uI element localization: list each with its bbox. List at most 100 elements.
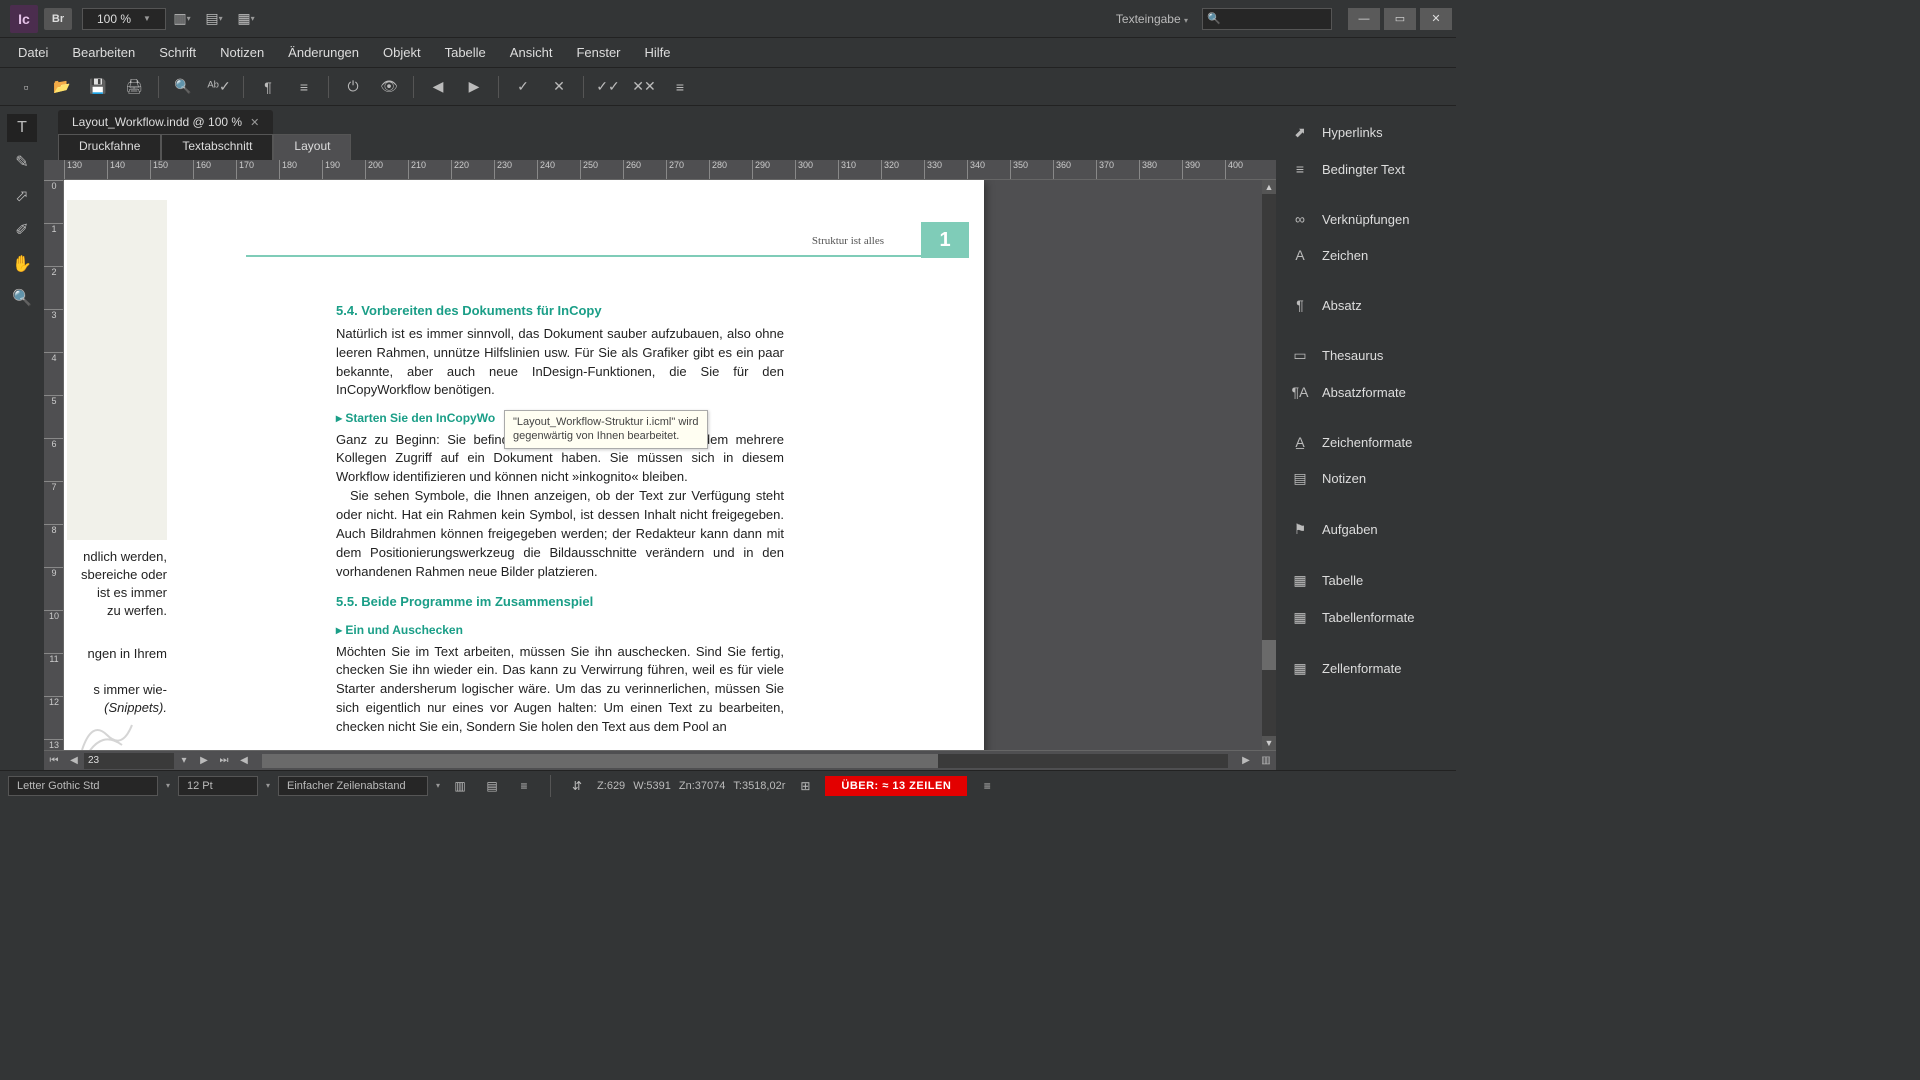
scroll-left-icon[interactable]: ◀ [234, 752, 254, 770]
panel-notizen[interactable]: ▤Notizen [1276, 460, 1456, 497]
fit-icon[interactable]: ⊞ [793, 775, 817, 797]
open-icon[interactable]: 📂 [48, 73, 76, 101]
panel-absatzformate[interactable]: ¶AAbsatzformate [1276, 374, 1456, 410]
find-icon[interactable]: 🔍 [169, 73, 197, 101]
page-dropdown-icon[interactable]: ▾ [174, 752, 194, 770]
maximize-button[interactable]: ▭ [1384, 8, 1416, 30]
document-tab[interactable]: Layout_Workflow.indd @ 100 % ✕ [58, 110, 273, 134]
menu-schrift[interactable]: Schrift [147, 41, 208, 64]
horizontal-scrollbar[interactable] [262, 754, 1228, 768]
chevron-down-icon[interactable]: ▾ [436, 781, 440, 790]
spellcheck-icon[interactable]: ᴬᵇ✓ [205, 73, 233, 101]
panel-zellenformate[interactable]: ▦Zellenformate [1276, 650, 1456, 687]
align-icon[interactable]: ▤ [480, 775, 504, 797]
view-tab-story[interactable]: Textabschnitt [161, 134, 273, 160]
view-tab-galley[interactable]: Druckfahne [58, 134, 161, 160]
toolbar-menu-icon[interactable]: ≡ [666, 73, 694, 101]
workspace-mode[interactable]: Texteingabe ▾ [1116, 12, 1188, 26]
reject-all-icon[interactable]: ✕✕ [630, 73, 658, 101]
nav-prev-icon[interactable]: ◀ [424, 73, 452, 101]
panel-zeichen[interactable]: AZeichen [1276, 237, 1456, 273]
scroll-right-icon[interactable]: ▶ [1236, 752, 1256, 770]
menu-objekt[interactable]: Objekt [371, 41, 433, 64]
menu-icon[interactable]: ≡ [512, 775, 536, 797]
save-icon[interactable]: 💾 [84, 73, 112, 101]
body-paragraph: Möchten Sie im Text arbeiten, müssen Sie… [336, 643, 784, 737]
overset-indicator[interactable]: ÜBER: ≈ 13 ZEILEN [825, 776, 967, 796]
chevron-down-icon[interactable]: ▾ [266, 781, 270, 790]
menu-tabelle[interactable]: Tabelle [433, 41, 498, 64]
position-tool[interactable]: ⬀ [7, 182, 37, 210]
left-page-overflow: ndlich werden, sbereiche oder ist es imm… [67, 180, 167, 750]
menu-aenderungen[interactable]: Änderungen [276, 41, 371, 64]
next-page-icon[interactable]: ▶ [194, 752, 214, 770]
menu-hilfe[interactable]: Hilfe [633, 41, 683, 64]
panel-aufgaben[interactable]: ⚑Aufgaben [1276, 511, 1456, 548]
scrollbar-thumb[interactable] [262, 754, 938, 768]
depth-count: T:3518,02r [733, 780, 785, 792]
text-frame[interactable]: 5.4. Vorbereiten des Dokuments für InCop… [246, 180, 984, 737]
eyedropper-tool[interactable]: ✐ [7, 216, 37, 244]
font-field[interactable]: Letter Gothic Std [8, 776, 158, 796]
page-number-field[interactable]: 23 [84, 753, 174, 769]
vertical-scrollbar[interactable]: ▲ ▼ [1262, 180, 1276, 750]
size-field[interactable]: 12 Pt [178, 776, 258, 796]
menu-ansicht[interactable]: Ansicht [498, 41, 565, 64]
menu-icon[interactable]: ≡ [975, 775, 999, 797]
panel-label: Hyperlinks [1322, 125, 1383, 140]
stats-icon[interactable]: ⇵ [565, 775, 589, 797]
logo-watermark [72, 710, 142, 750]
panel-thesaurus[interactable]: ▭Thesaurus [1276, 337, 1456, 374]
prev-page-icon[interactable]: ◀ [64, 752, 84, 770]
split-view-icon[interactable]: ▥ [1256, 752, 1276, 770]
power-icon[interactable]: ⏻ [339, 73, 367, 101]
hand-tool[interactable]: ✋ [7, 250, 37, 278]
last-page-icon[interactable]: ⏭ [214, 752, 234, 770]
accept-all-icon[interactable]: ✓✓ [594, 73, 622, 101]
accept-icon[interactable]: ✓ [509, 73, 537, 101]
tool-palette: T ✎ ⬀ ✐ ✋ 🔍 [0, 106, 44, 770]
scroll-up-icon[interactable]: ▲ [1262, 180, 1276, 194]
panel-zeichenformate[interactable]: A̲Zeichenformate [1276, 424, 1456, 460]
canvas[interactable]: ndlich werden, sbereiche oder ist es imm… [64, 180, 1276, 750]
panel-label: Absatz [1322, 298, 1362, 313]
scrollbar-thumb[interactable] [1262, 640, 1276, 670]
close-button[interactable]: ✕ [1420, 8, 1452, 30]
search-input[interactable]: 🔍 [1202, 8, 1332, 30]
nav-next-icon[interactable]: ▶ [460, 73, 488, 101]
document-area: Layout_Workflow.indd @ 100 % ✕ Druckfahn… [44, 106, 1276, 770]
chevron-down-icon[interactable]: ▾ [166, 781, 170, 790]
paragraph-icon[interactable]: ¶ [254, 73, 282, 101]
panel-absatz[interactable]: ¶Absatz [1276, 287, 1456, 323]
first-page-icon[interactable]: ⏮ [44, 752, 64, 770]
panel-verknüpfungen[interactable]: ∞Verknüpfungen [1276, 201, 1456, 237]
layout-icon-2[interactable]: ▤▾ [202, 8, 226, 30]
columns-icon[interactable]: ▥ [448, 775, 472, 797]
panel-bedingter-text[interactable]: ≡Bedingter Text [1276, 151, 1456, 187]
zoom-level[interactable]: 100 %▼ [82, 8, 166, 30]
note-tool[interactable]: ✎ [7, 148, 37, 176]
menu-icon[interactable]: ≡ [290, 73, 318, 101]
titlebar: Ic Br 100 %▼ ▥▾ ▤▾ ▦▾ Texteingabe ▾ 🔍 — … [0, 0, 1456, 38]
bridge-icon[interactable]: Br [44, 8, 72, 30]
close-tab-icon[interactable]: ✕ [250, 116, 259, 129]
new-icon[interactable]: ▫ [12, 73, 40, 101]
type-tool[interactable]: T [7, 114, 37, 142]
reject-icon[interactable]: ✕ [545, 73, 573, 101]
print-icon[interactable]: 🖨 [120, 73, 148, 101]
menu-fenster[interactable]: Fenster [564, 41, 632, 64]
leading-field[interactable]: Einfacher Zeilenabstand [278, 776, 428, 796]
eye-icon[interactable]: 👁 [375, 73, 403, 101]
panel-tabelle[interactable]: ▦Tabelle [1276, 562, 1456, 599]
panel-tabellenformate[interactable]: ▦Tabellenformate [1276, 599, 1456, 636]
zoom-tool[interactable]: 🔍 [7, 284, 37, 312]
minimize-button[interactable]: — [1348, 8, 1380, 30]
layout-icon-1[interactable]: ▥▾ [170, 8, 194, 30]
menu-notizen[interactable]: Notizen [208, 41, 276, 64]
view-tab-layout[interactable]: Layout [273, 134, 351, 160]
scroll-down-icon[interactable]: ▼ [1262, 736, 1276, 750]
menu-datei[interactable]: Datei [6, 41, 60, 64]
panel-hyperlinks[interactable]: ⬈Hyperlinks [1276, 114, 1456, 151]
layout-icon-3[interactable]: ▦▾ [234, 8, 258, 30]
menu-bearbeiten[interactable]: Bearbeiten [60, 41, 147, 64]
